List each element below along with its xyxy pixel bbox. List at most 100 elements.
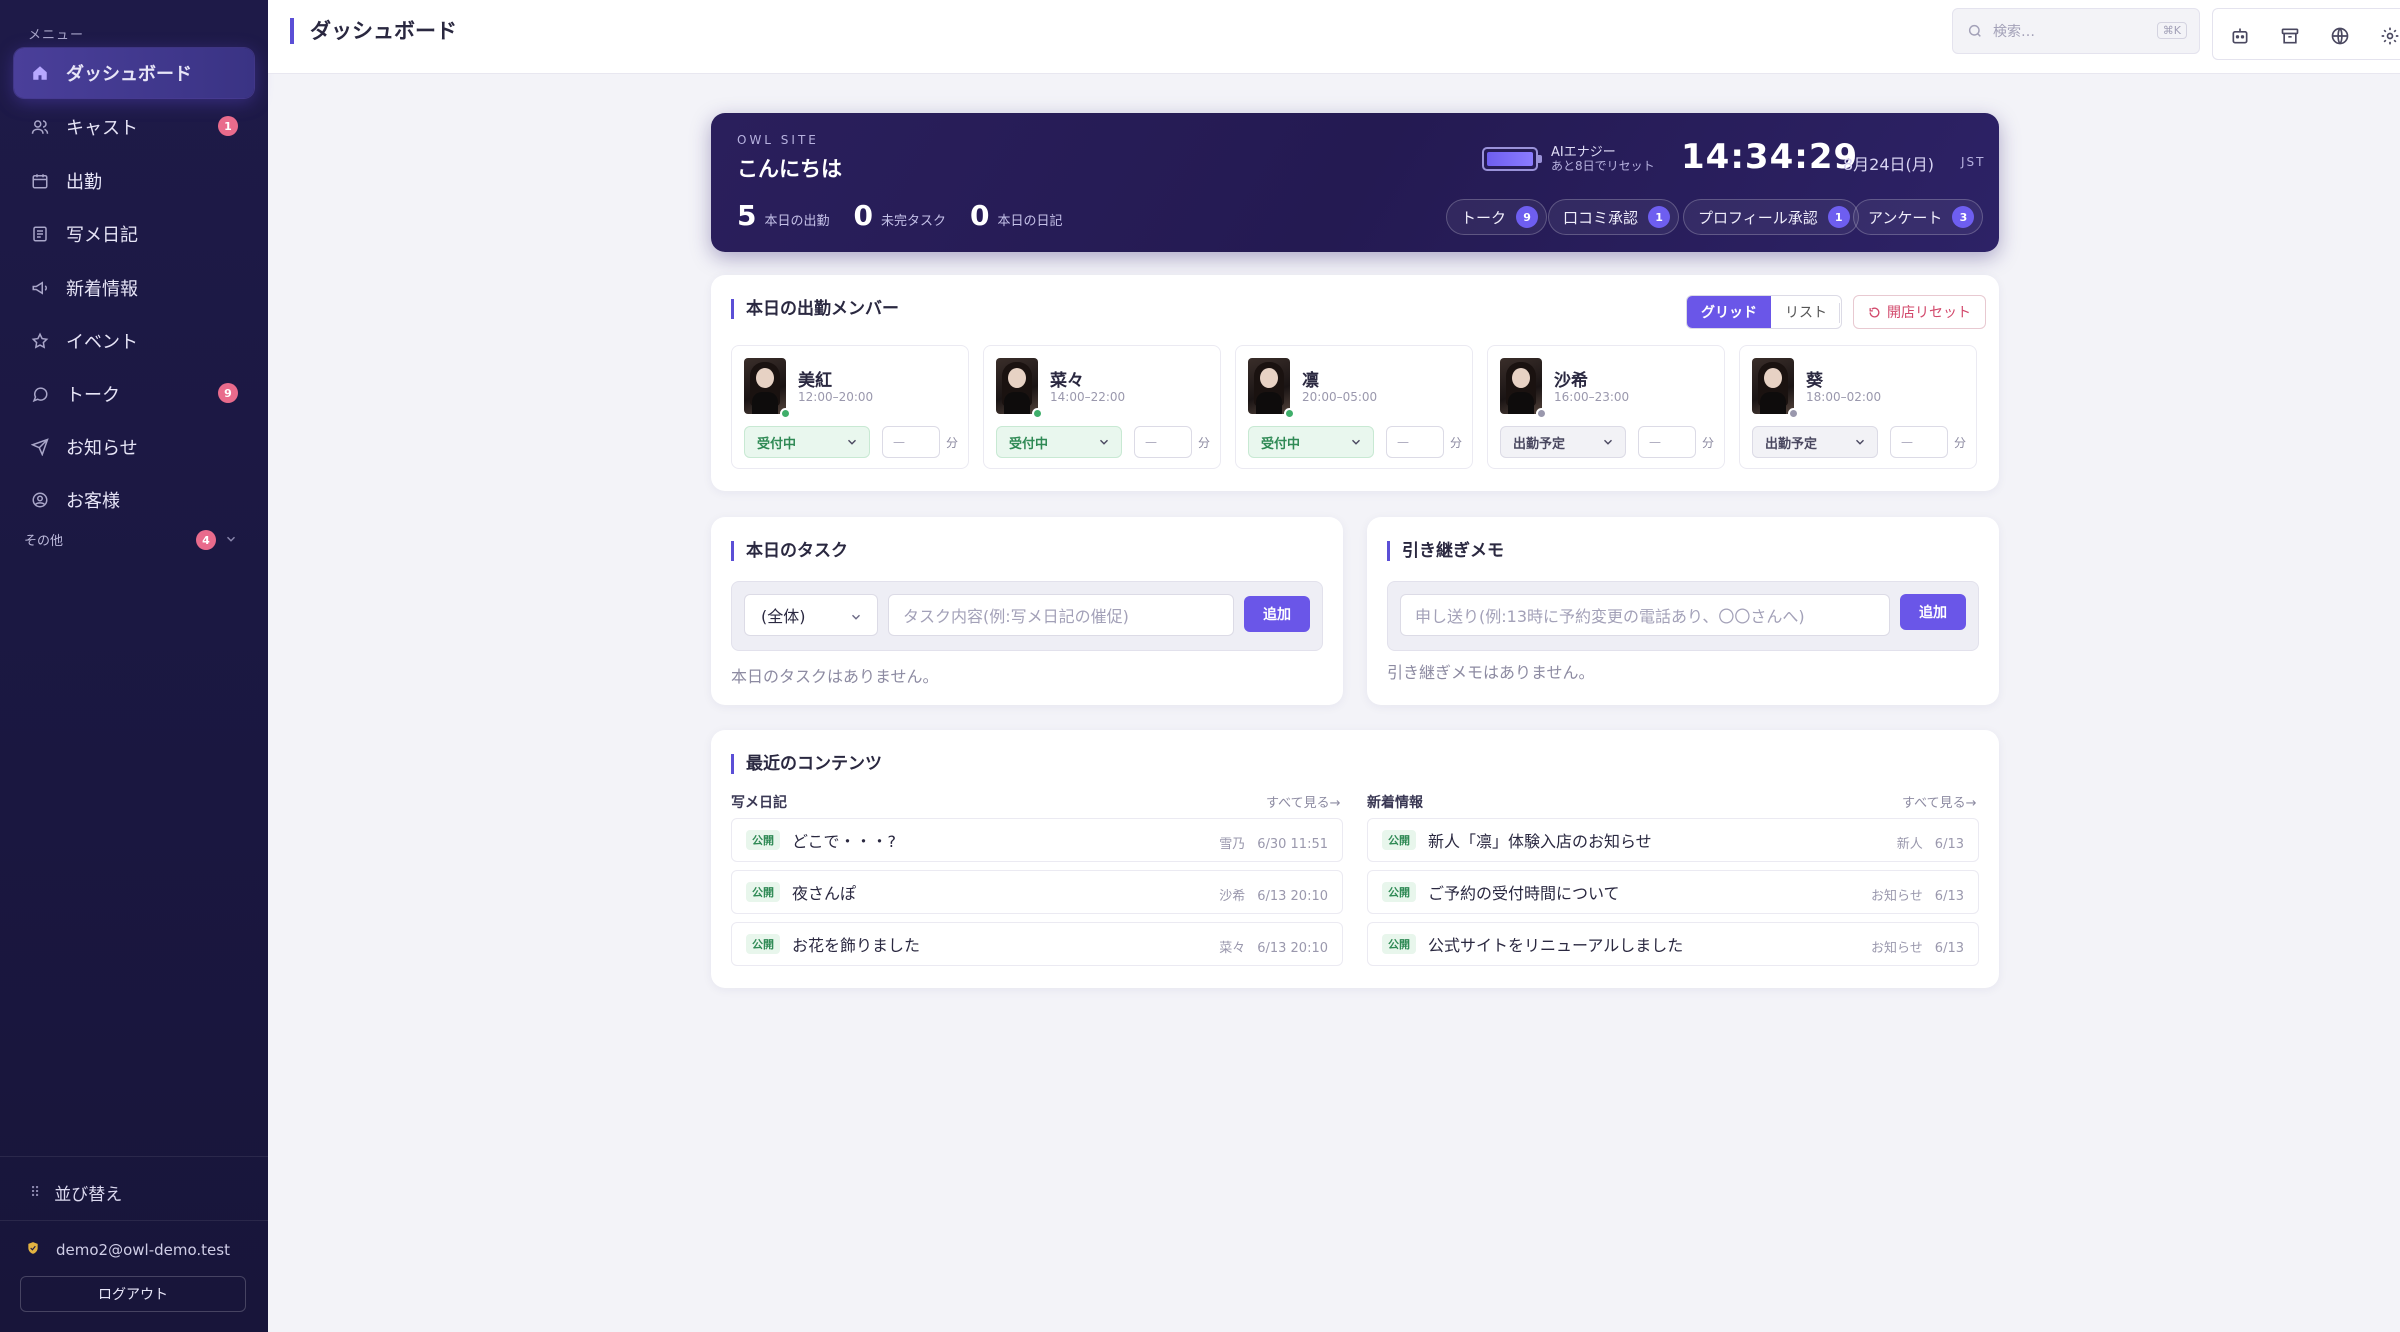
add-task-button[interactable]: 追加 xyxy=(1244,596,1310,632)
sidebar-item-news[interactable]: 新着情報 xyxy=(14,263,254,313)
sidebar-other-toggle[interactable]: その他 4 xyxy=(24,530,244,552)
wait-minutes-input[interactable]: — xyxy=(882,426,940,458)
item-author: 菜々 xyxy=(1219,941,1246,956)
sort-button[interactable]: ⠿ 並び替え xyxy=(30,1180,123,1206)
add-memo-button[interactable]: 追加 xyxy=(1900,594,1966,630)
status-value: 出勤予定 xyxy=(1765,436,1818,452)
search-input[interactable]: 検索… ⌘K xyxy=(1952,8,2200,54)
item-author: お知らせ xyxy=(1871,941,1923,956)
globe-icon[interactable] xyxy=(2329,25,2351,47)
member-status-select[interactable]: 受付中 xyxy=(1248,426,1374,458)
sort-label: 並び替え xyxy=(54,1185,123,1205)
sidebar-item-events[interactable]: イベント xyxy=(14,316,254,366)
sidebar-item-dashboard[interactable]: ダッシュボード xyxy=(14,48,254,98)
site-name: OWL SITE xyxy=(737,133,819,147)
sidebar-item-photo-diary[interactable]: 写メ日記 xyxy=(14,209,254,259)
news-list-item[interactable]: 公開 新人「凛」体験入店のお知らせ 新人 6/13 xyxy=(1367,818,1979,862)
energy-fill xyxy=(1487,152,1533,166)
gear-icon[interactable] xyxy=(2379,25,2400,47)
member-shift-time: 18:00–02:00 xyxy=(1806,390,1882,404)
item-date: 6/13 xyxy=(1934,941,1964,956)
chevron-down-icon xyxy=(1853,435,1867,453)
list-view-button[interactable]: リスト xyxy=(1771,296,1841,328)
member-card[interactable]: 美紅 12:00–20:00 受付中 — 分 xyxy=(731,345,969,469)
diary-list-item[interactable]: 公開 どこで・・・? 雪乃 6/30 11:51 xyxy=(731,818,1343,862)
member-card[interactable]: 葵 18:00–02:00 出勤予定 — 分 xyxy=(1739,345,1977,469)
recent-content-card: 最近のコンテンツ 写メ日記 すべて見る→ 新着情報 すべて見る→ 公開 どこで・・… xyxy=(711,730,1999,988)
avatar xyxy=(1248,358,1290,414)
sidebar-item-attendance[interactable]: 出勤 xyxy=(14,156,254,206)
chevron-down-icon xyxy=(224,532,238,550)
status-value: 受付中 xyxy=(1261,436,1301,452)
grid-view-button[interactable]: グリッド xyxy=(1687,296,1771,328)
member-card[interactable]: 菜々 14:00–22:00 受付中 — 分 xyxy=(983,345,1221,469)
sidebar-item-talk[interactable]: トーク 9 xyxy=(14,369,254,419)
item-meta: お知らせ 6/13 xyxy=(1871,937,1964,956)
energy-reset-note: あと8日でリセット xyxy=(1551,159,1655,173)
news-list-item[interactable]: 公開 公式サイトをリニューアルしました お知らせ 6/13 xyxy=(1367,922,1979,966)
top-icon-group xyxy=(2212,8,2400,60)
wait-minutes-input[interactable]: — xyxy=(1386,426,1444,458)
open-reset-button[interactable]: 開店リセット xyxy=(1853,295,1986,329)
sidebar-item-notices[interactable]: お知らせ xyxy=(14,422,254,472)
summary-stats: 5 本日の出勤 0 未完タスク 0 本日の日記 xyxy=(737,199,1087,232)
minutes-placeholder: — xyxy=(893,435,905,449)
calendar-icon xyxy=(30,171,50,191)
users-icon xyxy=(30,117,50,137)
logout-button[interactable]: ログアウト xyxy=(20,1276,246,1312)
item-title: お花を飾りました xyxy=(792,936,921,955)
sidebar-item-customers[interactable]: お客様 xyxy=(14,475,254,525)
member-name: 沙希 xyxy=(1554,371,1588,391)
sidebar-divider xyxy=(0,1220,268,1221)
member-card[interactable]: 沙希 16:00–23:00 出勤予定 — 分 xyxy=(1487,345,1725,469)
input-placeholder: 申し送り(例:13時に予約変更の電話あり、〇〇さんへ) xyxy=(1415,607,1805,626)
archive-icon[interactable] xyxy=(2279,25,2301,47)
stat-label: 本日の出勤 xyxy=(764,214,830,229)
wait-minutes-input[interactable]: — xyxy=(1890,426,1948,458)
pill-label: プロフィール承認 xyxy=(1698,208,1818,227)
search-placeholder: 検索… xyxy=(1993,24,2035,40)
item-date: 6/13 20:10 xyxy=(1257,941,1328,956)
member-status-select[interactable]: 受付中 xyxy=(996,426,1122,458)
minutes-unit: 分 xyxy=(1450,436,1463,450)
megaphone-icon xyxy=(30,278,50,298)
sidebar-divider xyxy=(0,1156,268,1157)
item-title: どこで・・・? xyxy=(792,832,897,851)
sidebar-item-cast[interactable]: キャスト 1 xyxy=(14,102,254,152)
wait-minutes-input[interactable]: — xyxy=(1134,426,1192,458)
pill-talk[interactable]: トーク 9 xyxy=(1446,199,1548,235)
diary-list-item[interactable]: 公開 夜さんぽ 沙希 6/13 20:10 xyxy=(731,870,1343,914)
member-status-select[interactable]: 受付中 xyxy=(744,426,870,458)
member-status-select[interactable]: 出勤予定 xyxy=(1752,426,1878,458)
online-status-dot xyxy=(1788,408,1799,419)
diary-list-item[interactable]: 公開 お花を飾りました 菜々 6/13 20:10 xyxy=(731,922,1343,966)
member-card[interactable]: 凛 20:00–05:00 受付中 — 分 xyxy=(1235,345,1473,469)
item-author: 雪乃 xyxy=(1219,837,1246,852)
member-shift-time: 20:00–05:00 xyxy=(1302,390,1378,404)
minutes-placeholder: — xyxy=(1397,435,1409,449)
minutes-placeholder: — xyxy=(1901,435,1913,449)
select-value: (全体) xyxy=(761,607,806,626)
wait-minutes-input[interactable]: — xyxy=(1638,426,1696,458)
pill-review-approval[interactable]: 口コミ承認 1 xyxy=(1548,199,1680,235)
memo-input[interactable]: 申し送り(例:13時に予約変更の電話あり、〇〇さんへ) xyxy=(1400,594,1890,636)
task-filter-select[interactable]: (全体) xyxy=(744,594,878,636)
chevron-down-icon xyxy=(1097,435,1111,453)
diary-see-all-link[interactable]: すべて見る→ xyxy=(1266,792,1340,811)
pill-profile-approval[interactable]: プロフィール承認 1 xyxy=(1683,199,1859,235)
item-author: 沙希 xyxy=(1219,889,1246,904)
news-see-all-link[interactable]: すべて見る→ xyxy=(1902,792,1976,811)
pill-survey[interactable]: アンケート 3 xyxy=(1853,199,1984,235)
member-status-select[interactable]: 出勤予定 xyxy=(1500,426,1626,458)
stat-label: 未完タスク xyxy=(880,214,946,229)
task-input[interactable]: タスク内容(例:写メ日記の催促) xyxy=(888,594,1234,636)
minutes-unit: 分 xyxy=(1198,436,1211,450)
minutes-unit: 分 xyxy=(946,436,959,450)
item-meta: 雪乃 6/30 11:51 xyxy=(1219,833,1328,852)
online-status-dot xyxy=(1032,408,1043,419)
robot-icon[interactable] xyxy=(2229,25,2251,47)
member-shift-time: 14:00–22:00 xyxy=(1050,390,1126,404)
sidebar-item-label: トーク xyxy=(66,385,120,406)
online-status-dot xyxy=(780,408,791,419)
news-list-item[interactable]: 公開 ご予約の受付時間について お知らせ 6/13 xyxy=(1367,870,1979,914)
